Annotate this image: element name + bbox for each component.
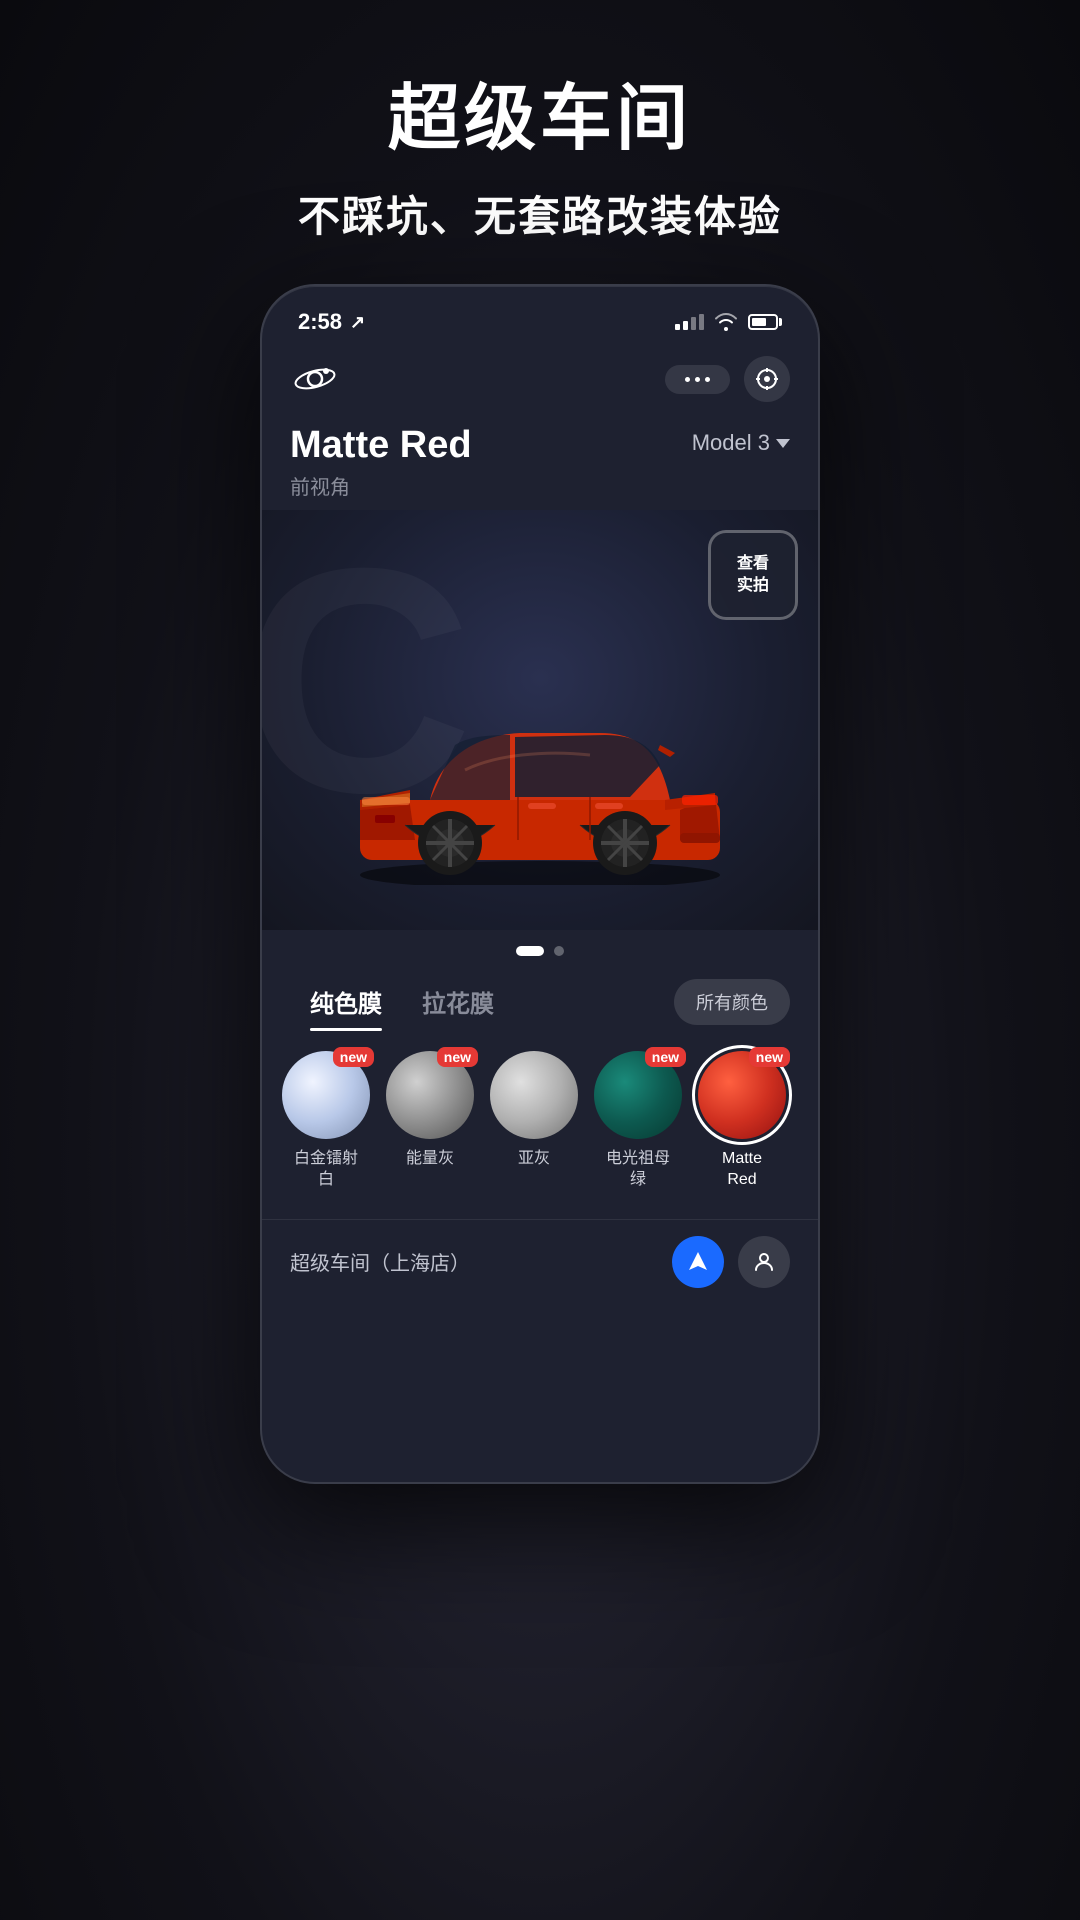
header-actions	[665, 356, 790, 402]
all-colors-button[interactable]: 所有颜色	[674, 979, 790, 1025]
model-name: Model 3	[692, 430, 770, 456]
swatch-matte-red[interactable]: new MatteRed	[698, 1051, 786, 1191]
view-label: 前视角	[290, 471, 472, 500]
signal-icon	[675, 314, 704, 330]
page-subtitle: 不踩坑、无套路改装体验	[298, 183, 782, 244]
page-indicator-2	[554, 946, 564, 956]
swatch-label-energy-gray: 能量灰	[406, 1149, 454, 1170]
store-name: 超级车间（上海店）	[290, 1247, 470, 1276]
car-viewport: C 查看实拍	[262, 510, 818, 930]
swatch-pearl-white[interactable]: new 白金镭射白	[282, 1051, 370, 1191]
wifi-icon	[714, 313, 738, 331]
chevron-down-icon	[776, 439, 790, 448]
new-badge: new	[749, 1047, 790, 1067]
page-indicators	[262, 930, 818, 968]
swatch-ball-container-active: new	[698, 1051, 786, 1139]
swatch-sub-gray[interactable]: 亚灰	[490, 1051, 578, 1191]
car-name-section: Matte Red 前视角	[290, 424, 472, 500]
phone-mockup: 2:58 ↗	[260, 284, 820, 1484]
car-info: Matte Red 前视角 Model 3	[262, 414, 818, 500]
status-icons	[675, 313, 782, 331]
navigate-button[interactable]	[672, 1236, 724, 1288]
swatch-label-matte-red: MatteRed	[722, 1149, 762, 1191]
swatch-ball-sub-gray	[490, 1051, 578, 1139]
app-logo	[290, 359, 346, 399]
swatch-label-electric-green: 电光祖母绿	[606, 1149, 670, 1191]
swatch-label-pearl: 白金镭射白	[294, 1149, 358, 1191]
film-tabs: 纯色膜 拉花膜 所有颜色	[262, 968, 818, 1043]
battery-icon	[748, 314, 782, 330]
new-badge: new	[645, 1047, 686, 1067]
swatch-label-sub-gray: 亚灰	[518, 1149, 550, 1170]
swatch-electric-green[interactable]: new 电光祖母绿	[594, 1051, 682, 1191]
page-indicator-1	[516, 946, 544, 956]
color-swatches-row: new 白金镭射白 new 能量灰 亚灰 new 电光祖母绿	[262, 1043, 818, 1211]
new-badge: new	[437, 1047, 478, 1067]
swatch-ball-container: new	[594, 1051, 682, 1139]
page-title: 超级车间	[298, 80, 782, 159]
status-time: 2:58 ↗	[298, 309, 365, 335]
swatch-ball-container: new	[282, 1051, 370, 1139]
car-name: Matte Red	[290, 424, 472, 467]
bottom-bar: 超级车间（上海店）	[262, 1219, 818, 1312]
car-image	[320, 685, 760, 890]
status-bar: 2:58 ↗	[262, 286, 818, 340]
film-tab-group: 纯色膜 拉花膜	[290, 976, 514, 1027]
new-badge: new	[333, 1047, 374, 1067]
model-selector[interactable]: Model 3	[692, 430, 790, 456]
more-options-button[interactable]	[665, 365, 730, 394]
swatch-ball-container: new	[386, 1051, 474, 1139]
tab-solid-film[interactable]: 纯色膜	[290, 976, 402, 1027]
real-photo-button[interactable]: 查看实拍	[708, 530, 798, 620]
app-header	[262, 340, 818, 414]
location-icon: ↗	[350, 312, 365, 333]
swatch-energy-gray[interactable]: new 能量灰	[386, 1051, 474, 1191]
target-button[interactable]	[744, 356, 790, 402]
header-section: 超级车间 不踩坑、无套路改装体验	[298, 0, 782, 244]
person-button[interactable]	[738, 1236, 790, 1288]
real-photo-label: 查看实拍	[737, 553, 769, 598]
swatch-ball-container	[490, 1051, 578, 1139]
tab-pattern-film[interactable]: 拉花膜	[402, 976, 514, 1027]
bottom-action-buttons	[672, 1236, 790, 1288]
